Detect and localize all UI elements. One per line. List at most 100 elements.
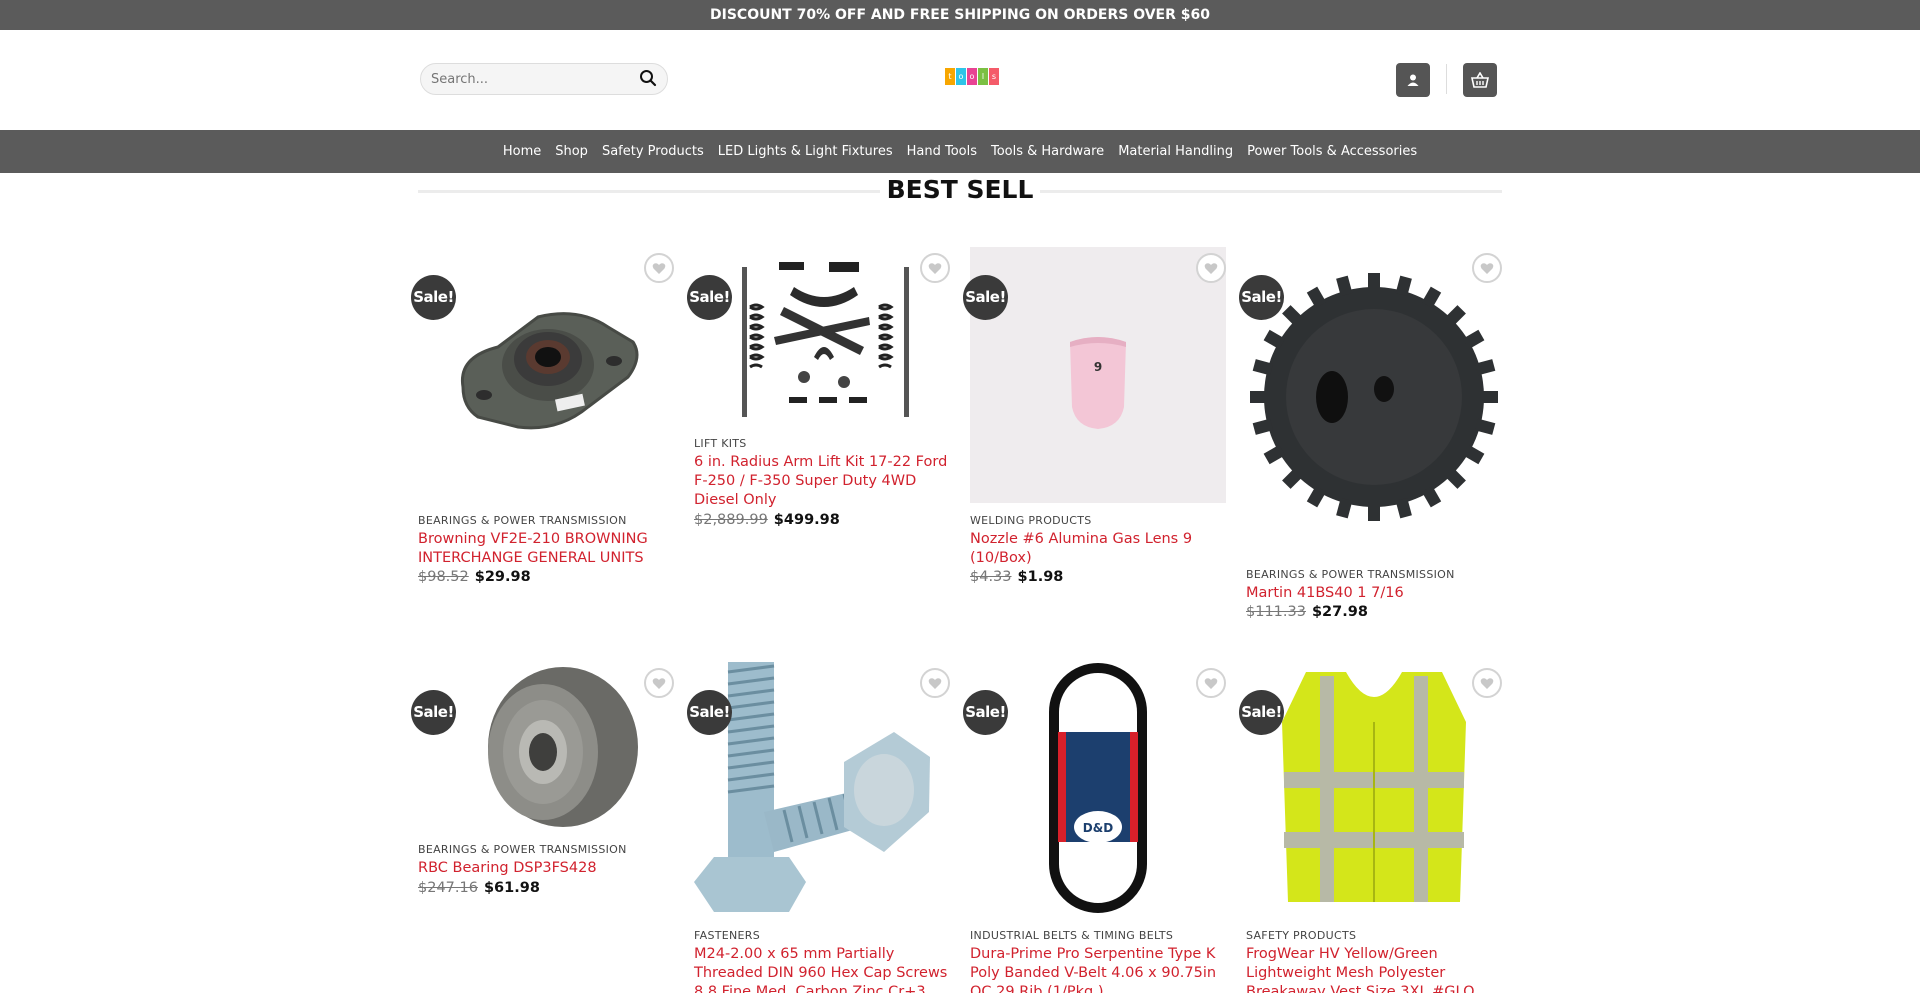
wishlist-button[interactable] xyxy=(1196,668,1226,698)
product-title[interactable]: Martin 41BS40 1 7/16 xyxy=(1246,584,1502,603)
product-card[interactable]: Sale! LIFT KITS 6 in. Radius Arm Lift Ki… xyxy=(687,247,950,537)
product-price: $2,889.99 $499.98 xyxy=(694,512,840,528)
search-box xyxy=(420,63,668,95)
heart-icon xyxy=(928,677,942,689)
wishlist-button[interactable] xyxy=(1196,253,1226,283)
sale-price: $1.98 xyxy=(1017,569,1064,585)
original-price: $111.33 xyxy=(1246,604,1306,620)
product-title[interactable]: 6 in. Radius Arm Lift Kit 17-22 Ford F-2… xyxy=(694,453,950,510)
sale-price: $61.98 xyxy=(483,880,540,896)
search-icon xyxy=(640,70,657,87)
product-image[interactable] xyxy=(418,662,674,832)
sale-badge: Sale! xyxy=(963,275,1008,320)
sale-price: $499.98 xyxy=(773,512,840,528)
product-image[interactable]: D&D xyxy=(970,662,1226,918)
sale-badge: Sale! xyxy=(687,275,732,320)
nozzle-label: 9 xyxy=(1094,360,1102,374)
heart-icon xyxy=(928,262,942,274)
heart-icon xyxy=(1204,262,1218,274)
sale-price: $29.98 xyxy=(474,569,531,585)
product-category[interactable]: FASTENERS xyxy=(694,929,760,942)
product-title[interactable]: FrogWear HV Yellow/Green Lightweight Mes… xyxy=(1246,945,1502,993)
product-image[interactable] xyxy=(694,247,950,427)
wishlist-button[interactable] xyxy=(644,253,674,283)
v-belt-image: D&D xyxy=(1049,663,1147,913)
sale-badge: Sale! xyxy=(1239,690,1284,735)
product-card[interactable]: Sale! BEARINGS & POWER TRANSMISSION RBC … xyxy=(411,662,674,902)
product-category[interactable]: BEARINGS & POWER TRANSMISSION xyxy=(1246,568,1455,581)
heart-icon xyxy=(652,677,666,689)
product-category[interactable]: LIFT KITS xyxy=(694,437,747,450)
product-title[interactable]: Browning VF2E-210 BROWNING INTERCHANGE G… xyxy=(418,530,674,568)
product-category[interactable]: BEARINGS & POWER TRANSMISSION xyxy=(418,514,627,527)
product-title[interactable]: RBC Bearing DSP3FS428 xyxy=(418,859,674,878)
logo-letter: l xyxy=(978,68,988,85)
product-price: $4.33 $1.98 xyxy=(970,569,1063,585)
main-navigation: Home Shop Safety Products LED Lights & L… xyxy=(0,130,1920,173)
logo-letter: o xyxy=(967,68,977,85)
nav-item-power-tools[interactable]: Power Tools & Accessories xyxy=(1240,144,1424,159)
product-image[interactable] xyxy=(1246,247,1502,547)
lift-kit-image xyxy=(742,262,909,417)
basket-icon xyxy=(1471,72,1489,88)
logo-letter: s xyxy=(989,68,999,85)
nav-item-shop[interactable]: Shop xyxy=(548,144,595,159)
search-input[interactable] xyxy=(431,64,631,94)
search-button[interactable] xyxy=(639,69,659,89)
flange-bearing-image xyxy=(460,312,639,430)
product-image[interactable]: 9 xyxy=(970,247,1226,503)
header-divider xyxy=(1446,64,1447,94)
product-category[interactable]: BEARINGS & POWER TRANSMISSION xyxy=(418,843,627,856)
wishlist-button[interactable] xyxy=(920,253,950,283)
product-price: $111.33 $27.98 xyxy=(1246,604,1368,620)
nav-item-safety-products[interactable]: Safety Products xyxy=(595,144,711,159)
product-card[interactable]: 9 Sale! WELDING PRODUCTS Nozzle #6 Alumi… xyxy=(963,247,1226,597)
original-price: $247.16 xyxy=(418,880,478,896)
belt-label: D&D xyxy=(1083,821,1113,835)
product-title[interactable]: Nozzle #6 Alumina Gas Lens 9 (10/Box) xyxy=(970,530,1226,568)
product-title[interactable]: M24-2.00 x 65 mm Partially Threaded DIN … xyxy=(694,945,950,993)
section-title: BEST SELL xyxy=(886,175,1034,204)
heart-icon xyxy=(1204,677,1218,689)
wishlist-button[interactable] xyxy=(1472,668,1502,698)
site-header: t o o l s xyxy=(0,30,1920,130)
nozzle-image: 9 xyxy=(970,247,1226,503)
logo-letter: o xyxy=(956,68,966,85)
announcement-bar: DISCOUNT 70% OFF AND FREE SHIPPING ON OR… xyxy=(0,0,1920,30)
user-icon xyxy=(1407,74,1419,86)
site-logo[interactable]: t o o l s xyxy=(945,68,1003,90)
original-price: $2,889.99 xyxy=(694,512,768,528)
product-title[interactable]: Dura-Prime Pro Serpentine Type K Poly Ba… xyxy=(970,945,1226,993)
safety-vest-image xyxy=(1282,672,1466,902)
nav-item-tools-hardware[interactable]: Tools & Hardware xyxy=(984,144,1111,159)
product-card[interactable]: D&D Sale! INDUSTRIAL BELTS & TIMING BELT… xyxy=(963,662,1226,993)
account-button[interactable] xyxy=(1396,63,1430,97)
product-category[interactable]: WELDING PRODUCTS xyxy=(970,514,1092,527)
nav-item-led-lights[interactable]: LED Lights & Light Fixtures xyxy=(711,144,900,159)
nav-item-home[interactable]: Home xyxy=(496,144,548,159)
hex-bolts-image xyxy=(694,662,930,912)
product-price: $247.16 $61.98 xyxy=(418,880,540,896)
nav-item-hand-tools[interactable]: Hand Tools xyxy=(900,144,984,159)
sale-badge: Sale! xyxy=(1239,275,1284,320)
logo-letter: t xyxy=(945,68,955,85)
wishlist-button[interactable] xyxy=(1472,253,1502,283)
product-card[interactable]: Sale! BEARINGS & POWER TRANSMISSION Mart… xyxy=(1239,247,1502,627)
product-card[interactable]: Sale! SAFETY PRODUCTS FrogWear HV Yellow… xyxy=(1239,662,1502,993)
sale-badge: Sale! xyxy=(687,690,732,735)
original-price: $98.52 xyxy=(418,569,469,585)
announcement-text: DISCOUNT 70% OFF AND FREE SHIPPING ON OR… xyxy=(710,7,1210,23)
product-image[interactable] xyxy=(1246,662,1502,918)
product-image[interactable] xyxy=(694,662,950,918)
wishlist-button[interactable] xyxy=(644,668,674,698)
product-card[interactable]: Sale! FASTENERS M24-2.00 x 65 mm Partial… xyxy=(687,662,950,993)
product-card[interactable]: Sale! BEARINGS & POWER TRANSMISSION Brow… xyxy=(411,247,674,597)
sale-badge: Sale! xyxy=(963,690,1008,735)
cart-button[interactable] xyxy=(1463,63,1497,97)
sale-price: $27.98 xyxy=(1311,604,1368,620)
wishlist-button[interactable] xyxy=(920,668,950,698)
nav-item-material-handling[interactable]: Material Handling xyxy=(1111,144,1240,159)
product-category[interactable]: INDUSTRIAL BELTS & TIMING BELTS xyxy=(970,929,1173,942)
product-category[interactable]: SAFETY PRODUCTS xyxy=(1246,929,1356,942)
product-image[interactable] xyxy=(418,247,674,503)
